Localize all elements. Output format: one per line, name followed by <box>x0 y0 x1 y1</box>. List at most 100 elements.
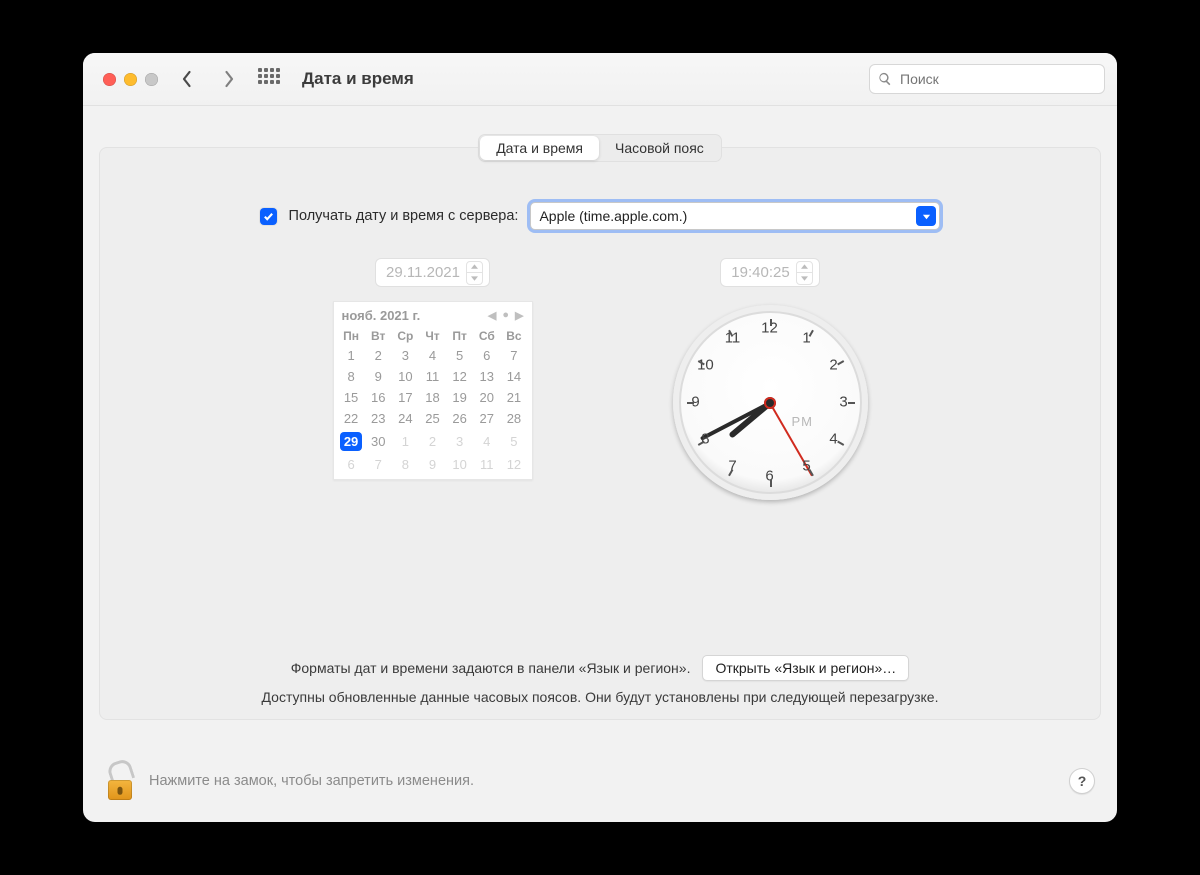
calendar-day[interactable]: 4 <box>473 429 500 454</box>
calendar-day[interactable]: 6 <box>338 454 365 475</box>
calendar-day[interactable]: 30 <box>365 429 392 454</box>
calendar-day[interactable]: 14 <box>500 366 527 387</box>
calendar-month-label: нояб. 2021 г. <box>342 308 421 323</box>
footer: Нажмите на замок, чтобы запретить измене… <box>83 740 1117 822</box>
calendar-day[interactable]: 13 <box>473 366 500 387</box>
calendar-today-icon[interactable]: ● <box>502 309 509 322</box>
date-field[interactable]: 29.11.2021 <box>375 258 490 287</box>
tab-date-time[interactable]: Дата и время <box>480 136 599 160</box>
weekday-header: Вт <box>365 327 392 345</box>
calendar-day[interactable]: 26 <box>446 408 473 429</box>
calendar-day[interactable]: 11 <box>419 366 446 387</box>
calendar-day[interactable]: 1 <box>392 429 419 454</box>
minimize-window-button[interactable] <box>124 73 137 86</box>
clock-tick <box>770 319 772 326</box>
calendar-day[interactable]: 28 <box>500 408 527 429</box>
calendar-day[interactable]: 17 <box>392 387 419 408</box>
clock-number: 2 <box>823 357 845 374</box>
clock-tick <box>770 480 772 487</box>
window-controls <box>103 73 158 86</box>
help-button[interactable]: ? <box>1069 768 1095 794</box>
step-down-icon <box>467 273 482 284</box>
weekday-header: Ср <box>392 327 419 345</box>
calendar-next-icon[interactable]: ▶ <box>515 309 523 322</box>
calendar-day[interactable]: 29 <box>338 429 365 454</box>
calendar-day[interactable]: 9 <box>419 454 446 475</box>
calendar[interactable]: нояб. 2021 г. ◀ ● ▶ ПнВтСрЧтПтСбВс 12345… <box>333 301 533 480</box>
calendar-day[interactable]: 12 <box>500 454 527 475</box>
calendar-day[interactable]: 11 <box>473 454 500 475</box>
calendar-day[interactable]: 23 <box>365 408 392 429</box>
calendar-day[interactable]: 25 <box>419 408 446 429</box>
auto-time-checkbox[interactable] <box>260 208 277 225</box>
calendar-day[interactable]: 2 <box>365 345 392 366</box>
calendar-day[interactable]: 8 <box>392 454 419 475</box>
calendar-day[interactable]: 8 <box>338 366 365 387</box>
back-button[interactable] <box>174 64 200 94</box>
calendar-grid: ПнВтСрЧтПтСбВс 1234567891011121314151617… <box>338 327 528 475</box>
clock-number: 11 <box>722 329 744 346</box>
search-field[interactable] <box>869 64 1105 94</box>
calendar-day[interactable]: 10 <box>446 454 473 475</box>
time-column: 19:40:25 PM 123456789101112 <box>673 258 868 629</box>
time-server-combo[interactable]: Apple (time.apple.com.) <box>530 202 940 230</box>
timezone-update-hint: Доступны обновленные данные часовых пояс… <box>100 689 1100 705</box>
window-title: Дата и время <box>302 69 414 89</box>
lock-icon[interactable] <box>105 762 135 800</box>
calendar-day[interactable]: 22 <box>338 408 365 429</box>
calendar-nav[interactable]: ◀ ● ▶ <box>488 309 524 322</box>
step-down-icon <box>797 273 812 284</box>
calendar-day[interactable]: 21 <box>500 387 527 408</box>
clock-number: 5 <box>796 458 818 475</box>
clock-tick <box>848 402 855 404</box>
calendar-day[interactable]: 5 <box>446 345 473 366</box>
show-all-icon[interactable] <box>258 68 280 90</box>
calendar-day[interactable]: 19 <box>446 387 473 408</box>
weekday-header: Вс <box>500 327 527 345</box>
date-value: 29.11.2021 <box>386 264 460 281</box>
calendar-day[interactable]: 12 <box>446 366 473 387</box>
forward-button[interactable] <box>216 64 242 94</box>
calendar-day[interactable]: 3 <box>392 345 419 366</box>
calendar-prev-icon[interactable]: ◀ <box>488 309 496 322</box>
calendar-day[interactable]: 15 <box>338 387 365 408</box>
content-panel: Дата и время Часовой пояс Получать дату … <box>99 147 1101 720</box>
preferences-window: Дата и время Дата и время Часовой пояс П… <box>83 53 1117 822</box>
calendar-day[interactable]: 7 <box>500 345 527 366</box>
lock-hint: Нажмите на замок, чтобы запретить измене… <box>149 773 474 789</box>
calendar-day[interactable]: 2 <box>419 429 446 454</box>
calendar-day[interactable]: 27 <box>473 408 500 429</box>
clock-number: 7 <box>722 458 744 475</box>
calendar-day[interactable]: 1 <box>338 345 365 366</box>
weekday-header: Чт <box>419 327 446 345</box>
chevron-down-icon <box>916 206 936 226</box>
time-field[interactable]: 19:40:25 <box>720 258 819 287</box>
calendar-day[interactable]: 3 <box>446 429 473 454</box>
zoom-window-button[interactable] <box>145 73 158 86</box>
calendar-day[interactable]: 5 <box>500 429 527 454</box>
weekday-header: Пн <box>338 327 365 345</box>
time-stepper[interactable] <box>796 261 813 285</box>
calendar-day[interactable]: 6 <box>473 345 500 366</box>
calendar-day[interactable]: 24 <box>392 408 419 429</box>
calendar-day[interactable]: 20 <box>473 387 500 408</box>
calendar-day[interactable]: 18 <box>419 387 446 408</box>
time-value: 19:40:25 <box>731 264 789 281</box>
calendar-day[interactable]: 9 <box>365 366 392 387</box>
close-window-button[interactable] <box>103 73 116 86</box>
search-input[interactable] <box>898 70 1096 88</box>
auto-time-row: Получать дату и время с сервера: Apple (… <box>100 202 1100 230</box>
auto-time-label: Получать дату и время с сервера: <box>289 208 519 224</box>
calendar-day[interactable]: 7 <box>365 454 392 475</box>
formats-hint: Форматы дат и времени задаются в панели … <box>291 660 691 676</box>
tab-bar: Дата и время Часовой пояс <box>478 134 722 162</box>
calendar-day[interactable]: 4 <box>419 345 446 366</box>
clock-cap <box>764 397 776 409</box>
tab-timezone[interactable]: Часовой пояс <box>599 136 720 160</box>
calendar-day[interactable]: 16 <box>365 387 392 408</box>
ampm-label: PM <box>791 414 813 429</box>
open-language-region-button[interactable]: Открыть «Язык и регион»… <box>702 655 909 681</box>
date-stepper[interactable] <box>466 261 483 285</box>
clock-number: 1 <box>796 329 818 346</box>
calendar-day[interactable]: 10 <box>392 366 419 387</box>
